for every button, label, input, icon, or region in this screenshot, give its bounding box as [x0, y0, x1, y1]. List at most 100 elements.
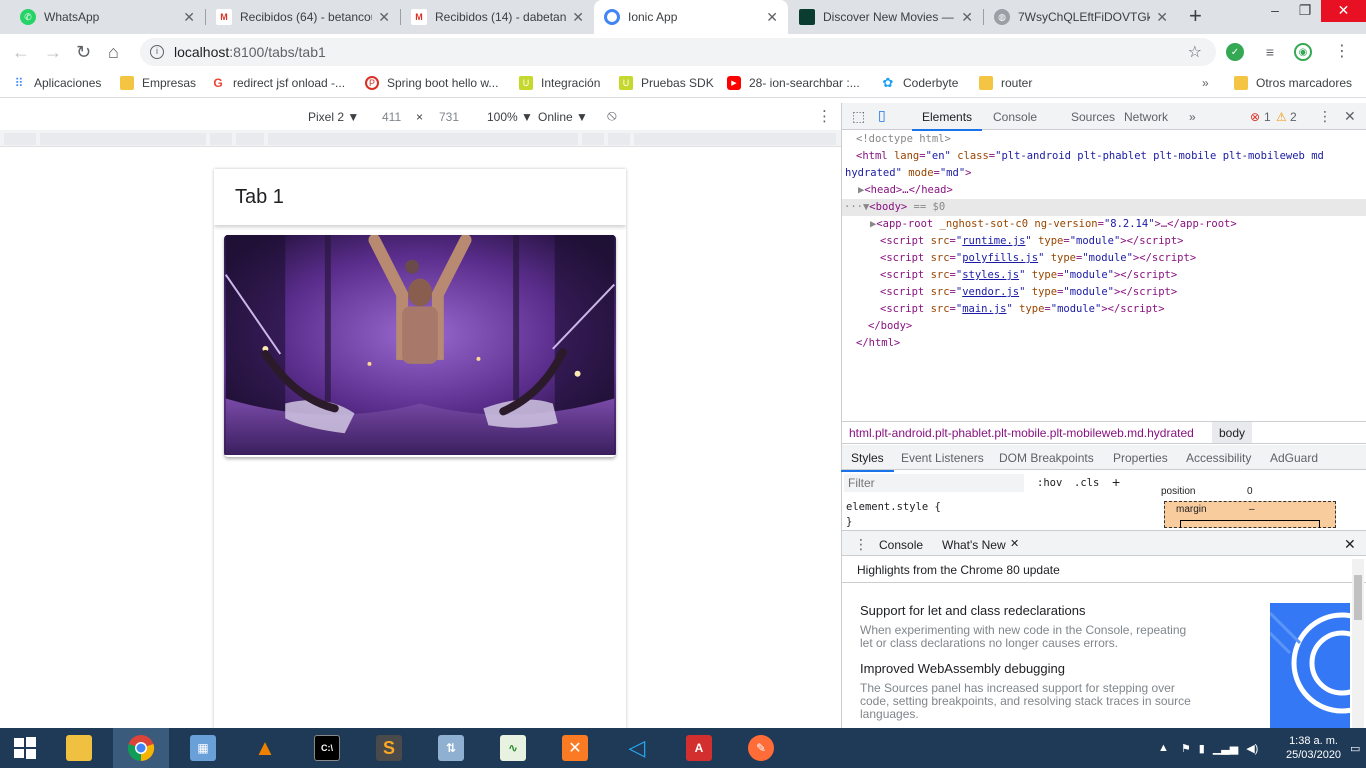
devtools-menu-icon[interactable]: ⋮: [1318, 108, 1332, 125]
tab-gmail-dabetanc[interactable]: M Recibidos (14) - dabetanc ✕: [401, 0, 594, 34]
media-query-segment[interactable]: [268, 133, 578, 145]
drawer-tab-whats-new[interactable]: What's New: [932, 538, 1016, 559]
script-node[interactable]: <script src="main.js" type="module"></sc…: [842, 301, 1366, 318]
tab-globe[interactable]: ◍ 7WsyChQLEftFiDOVTGk ✕: [984, 0, 1178, 34]
device-toggle-icon[interactable]: ▯: [878, 107, 886, 124]
subtab-styles[interactable]: Styles: [841, 451, 894, 472]
new-rule-icon[interactable]: +: [1112, 474, 1120, 490]
device-select[interactable]: Pixel 2 ▼: [308, 110, 359, 124]
start-button[interactable]: [0, 728, 50, 768]
drawer-menu-icon[interactable]: ⋮: [854, 536, 868, 553]
inspect-element-icon[interactable]: ⬚: [852, 108, 865, 125]
clock[interactable]: 1:38 a. m. 25/03/2020: [1286, 728, 1341, 768]
hov-toggle[interactable]: :hov: [1037, 477, 1062, 489]
subtab-properties[interactable]: Properties: [1113, 451, 1168, 465]
home-button[interactable]: ⌂: [108, 42, 119, 62]
device-height-input[interactable]: 731: [439, 110, 459, 124]
doctype-node[interactable]: <!doctype html>: [842, 131, 1366, 148]
taskbar-xampp[interactable]: ✕: [547, 728, 603, 768]
drawer-scrollbar[interactable]: [1352, 559, 1364, 728]
forward-button[interactable]: →: [44, 42, 62, 62]
chrome-menu-icon[interactable]: ⋮: [1334, 42, 1350, 62]
warning-icon[interactable]: ⚠: [1276, 110, 1287, 124]
bookmark-coderbyte[interactable]: ✿ Coderbyte: [881, 75, 959, 90]
subtab-accessibility[interactable]: Accessibility: [1186, 451, 1251, 465]
subtab-dom-breakpoints[interactable]: DOM Breakpoints: [999, 451, 1094, 465]
media-query-segment[interactable]: [582, 133, 604, 145]
margin-box[interactable]: margin –: [1164, 501, 1336, 528]
breadcrumb-body[interactable]: body: [1212, 422, 1253, 443]
tab-network[interactable]: Network: [1124, 110, 1168, 124]
media-control-icon[interactable]: ≡: [1261, 43, 1279, 61]
tray-chevron-icon[interactable]: ▲: [1158, 742, 1169, 754]
bookmark-otros[interactable]: Otros marcadores: [1234, 76, 1352, 90]
script-node[interactable]: <script src="runtime.js" type="module"><…: [842, 233, 1366, 250]
html-node-cont[interactable]: hydrated" mode="md">: [842, 165, 1366, 182]
taskbar-vlc[interactable]: ▲: [237, 728, 293, 768]
flag-icon[interactable]: ⚑: [1181, 742, 1191, 755]
back-button[interactable]: ←: [12, 42, 30, 62]
close-whats-new-icon[interactable]: ✕: [1010, 537, 1019, 550]
taskbar-vscode[interactable]: ◁: [609, 728, 665, 768]
bookmark-spring-boot[interactable]: P Spring boot hello w...: [365, 76, 498, 90]
element-style-rule[interactable]: element.style {: [846, 501, 941, 513]
taskbar-chrome[interactable]: [113, 728, 169, 768]
media-query-segment[interactable]: [236, 133, 264, 145]
network-select[interactable]: Online ▼: [538, 110, 588, 124]
body-close-node[interactable]: </body>: [842, 318, 1366, 335]
script-node[interactable]: <script src="vendor.js" type="module"></…: [842, 284, 1366, 301]
rotate-icon[interactable]: ⦸: [607, 107, 617, 124]
close-tab-icon[interactable]: ✕: [572, 9, 584, 26]
body-node[interactable]: ···▼<body> == $0: [842, 199, 1366, 216]
cls-toggle[interactable]: .cls: [1074, 477, 1099, 489]
taskbar-sublime[interactable]: S: [361, 728, 417, 768]
tab-discover-movies[interactable]: Discover New Movies — ✕: [789, 0, 983, 34]
head-node[interactable]: ▶<head>…</head>: [842, 182, 1366, 199]
notifications-icon[interactable]: ▭: [1350, 728, 1360, 768]
adguard-extension-icon[interactable]: ✓: [1226, 43, 1244, 61]
close-drawer-icon[interactable]: ✕: [1344, 536, 1356, 553]
device-width-input[interactable]: 411: [382, 110, 401, 124]
tab-ionic-app[interactable]: Ionic App ✕: [594, 0, 788, 34]
reload-button[interactable]: ↻: [76, 42, 91, 62]
tab-whatsapp[interactable]: ✆ WhatsApp ✕: [10, 0, 205, 34]
media-query-segment[interactable]: [210, 133, 232, 145]
script-node[interactable]: <script src="styles.js" type="module"></…: [842, 267, 1366, 284]
bookmark-pruebas-sdk[interactable]: U Pruebas SDK: [619, 76, 714, 90]
tab-console[interactable]: Console: [993, 110, 1037, 124]
taskbar-taskmgr[interactable]: ∿: [485, 728, 541, 768]
error-icon[interactable]: ⊗: [1250, 110, 1260, 124]
more-bookmarks-button[interactable]: »: [1202, 76, 1209, 90]
extension-icon[interactable]: ◉: [1294, 43, 1312, 61]
scrollbar-thumb[interactable]: [1354, 575, 1362, 620]
taskbar-acrobat[interactable]: A: [671, 728, 727, 768]
volume-icon[interactable]: ◀): [1246, 742, 1258, 755]
html-node[interactable]: <html lang="en" class="plt-android plt-p…: [842, 148, 1366, 165]
app-root-node[interactable]: ▶<app-root _nghost-sot-c0 ng-version="8.…: [842, 216, 1366, 233]
tab-gmail-betancour[interactable]: M Recibidos (64) - betancour ✕: [206, 0, 400, 34]
devtools-close-icon[interactable]: ✕: [1344, 108, 1356, 125]
subtab-event-listeners[interactable]: Event Listeners: [901, 451, 984, 465]
minimize-button[interactable]: –: [1260, 0, 1290, 22]
close-tab-icon[interactable]: ✕: [183, 9, 195, 26]
taskbar-terminal[interactable]: C:\: [299, 728, 355, 768]
bookmark-star-icon[interactable]: ☆: [1188, 42, 1202, 62]
taskbar-installer[interactable]: ⇅: [423, 728, 479, 768]
new-tab-button[interactable]: +: [1189, 5, 1202, 27]
whats-new-item[interactable]: Support for let and class redeclarations…: [860, 603, 1230, 650]
taskbar-control-panel[interactable]: ▦: [175, 728, 231, 768]
taskbar-file-explorer[interactable]: [51, 728, 107, 768]
bookmark-empresas[interactable]: Empresas: [120, 76, 196, 90]
bookmark-ion-searchbar[interactable]: ▶ 28- ion-searchbar :...: [727, 76, 860, 90]
info-icon[interactable]: i: [150, 45, 164, 59]
html-close-node[interactable]: </html>: [842, 335, 1366, 352]
drawer-tab-console[interactable]: Console: [879, 538, 923, 552]
tab-elements[interactable]: Elements: [911, 110, 983, 131]
close-tab-icon[interactable]: ✕: [961, 9, 973, 26]
media-query-segment[interactable]: [634, 133, 836, 145]
address-bar[interactable]: i localhost:8100/tabs/tab1 ☆: [140, 38, 1216, 66]
close-tab-icon[interactable]: ✕: [1156, 9, 1168, 26]
script-node[interactable]: <script src="polyfills.js" type="module"…: [842, 250, 1366, 267]
bookmark-integracion[interactable]: U Integración: [519, 76, 600, 90]
battery-icon[interactable]: ▮: [1199, 742, 1205, 755]
